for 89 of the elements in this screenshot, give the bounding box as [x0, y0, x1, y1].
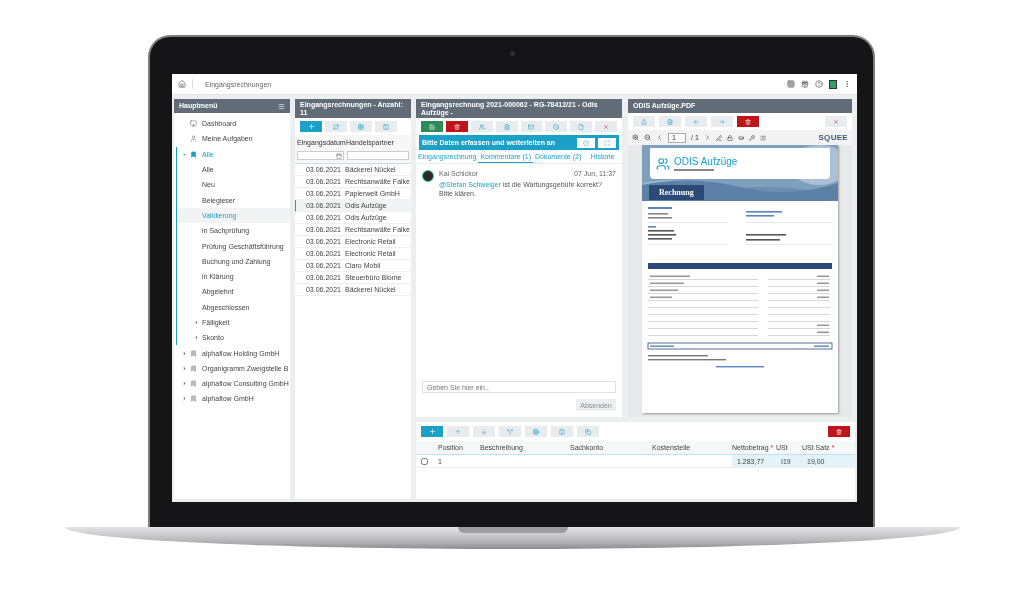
columns-icon	[559, 428, 565, 435]
table-button[interactable]	[350, 121, 372, 133]
move-down-button[interactable]	[473, 426, 495, 437]
wrench-icon	[748, 134, 755, 141]
caret-icon	[194, 320, 199, 325]
chevron-right-icon	[703, 134, 711, 141]
company-name: ODIS Aufzüge	[674, 156, 738, 167]
copy-button[interactable]	[577, 426, 599, 437]
camera-icon	[510, 51, 515, 56]
expand-icon	[604, 139, 610, 146]
caret-icon	[182, 396, 187, 402]
document-icon	[667, 118, 673, 125]
document-heading: Rechnung	[649, 185, 704, 200]
avatar-icon	[422, 170, 434, 183]
logo: SQUEE	[818, 133, 848, 142]
confirm-button[interactable]	[577, 137, 595, 148]
close-icon	[833, 118, 839, 125]
close-button[interactable]	[825, 116, 847, 127]
file-button[interactable]	[659, 116, 681, 127]
block-icon	[553, 123, 560, 130]
help-icon[interactable]	[815, 80, 823, 88]
lock-icon	[726, 134, 733, 141]
block-button[interactable]	[545, 121, 568, 133]
file-button[interactable]	[570, 121, 593, 133]
columns-button[interactable]	[375, 121, 397, 133]
columns-icon	[383, 123, 389, 130]
split-icon	[507, 428, 513, 435]
refresh-icon	[333, 123, 339, 130]
copy-icon	[585, 428, 591, 435]
arrow-left-icon	[693, 118, 699, 125]
mail-button[interactable]	[520, 121, 543, 133]
add-button[interactable]	[300, 121, 322, 133]
trash-icon	[836, 428, 842, 435]
save-icon	[428, 123, 435, 130]
caret-icon	[182, 365, 187, 371]
filter-field[interactable]	[347, 151, 409, 161]
caret-icon	[194, 335, 199, 341]
date-filter-field[interactable]	[297, 151, 344, 161]
file-icon	[578, 123, 585, 130]
expand-button[interactable]	[598, 137, 616, 148]
monitor-icon	[190, 120, 197, 128]
home-icon[interactable]	[178, 80, 186, 88]
hat-icon	[737, 134, 744, 141]
trash-icon	[745, 118, 751, 125]
caret-icon	[182, 151, 187, 157]
move-up-button[interactable]	[447, 426, 469, 437]
previous-button[interactable]	[685, 116, 707, 127]
gift-icon[interactable]	[801, 80, 809, 88]
arrow-down-icon	[481, 428, 487, 435]
share-button[interactable]	[633, 116, 655, 127]
columns-button[interactable]	[551, 426, 573, 437]
refresh-button[interactable]	[325, 121, 347, 133]
document-icon	[503, 123, 510, 130]
trash-icon	[453, 123, 460, 130]
users-icon	[478, 123, 485, 130]
table-icon	[533, 428, 539, 435]
slogan-line	[674, 169, 714, 171]
split-button[interactable]	[499, 426, 521, 437]
calendar-icon	[336, 152, 342, 159]
zoom-out-icon	[644, 134, 651, 141]
arrow-up-icon	[455, 428, 461, 435]
close-button[interactable]	[595, 121, 617, 133]
close-icon	[603, 123, 610, 130]
save-button[interactable]	[421, 121, 443, 133]
caret-icon	[182, 350, 187, 356]
apps-grid-icon[interactable]	[787, 80, 795, 88]
share-icon	[641, 118, 647, 125]
list-icon	[759, 134, 766, 141]
delete-button[interactable]	[445, 121, 468, 133]
next-button[interactable]	[711, 116, 733, 127]
table-icon	[358, 123, 364, 130]
add-button[interactable]	[421, 426, 443, 437]
avatar-icon[interactable]	[829, 79, 837, 89]
table-button[interactable]	[525, 426, 547, 437]
arrow-right-icon	[719, 118, 725, 125]
plus-icon	[307, 123, 315, 131]
mail-icon	[528, 123, 535, 130]
document-button[interactable]	[495, 121, 518, 133]
chevron-left-icon	[656, 134, 663, 141]
menu-icon[interactable]	[278, 102, 285, 110]
more-icon[interactable]	[843, 80, 851, 88]
person-icon	[190, 135, 197, 143]
bookmark-icon	[190, 150, 197, 158]
plus-icon	[428, 428, 436, 435]
check-icon	[583, 139, 589, 146]
caret-icon	[182, 381, 187, 387]
row-checkbox[interactable]	[421, 457, 428, 465]
pen-icon	[715, 134, 722, 141]
zoom-in-icon	[632, 134, 639, 141]
